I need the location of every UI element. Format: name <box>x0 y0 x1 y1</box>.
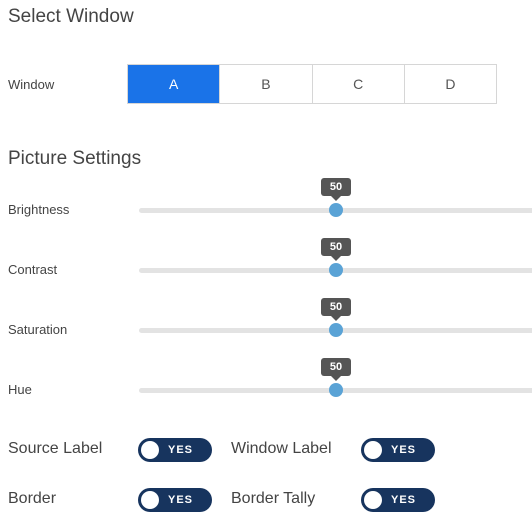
border-tally-text: Border Tally <box>231 490 316 507</box>
source-label-text: Source Label <box>8 440 103 457</box>
toggle-state-text: YES <box>391 494 417 506</box>
hue-thumb[interactable] <box>329 383 343 397</box>
toggle-knob <box>364 491 382 509</box>
window-label-text: Window Label <box>231 440 332 457</box>
window-option-d[interactable]: D <box>403 65 496 103</box>
contrast-thumb[interactable] <box>329 263 343 277</box>
window-option-b[interactable]: B <box>219 65 311 103</box>
select-window-heading: Select Window <box>8 6 134 27</box>
hue-slider-row: Hue 50 <box>0 358 532 398</box>
window-option-c[interactable]: C <box>311 65 404 103</box>
toggle-knob <box>141 441 159 459</box>
saturation-thumb[interactable] <box>329 323 343 337</box>
toggle-state-text: YES <box>391 444 417 456</box>
border-tally-toggle[interactable]: YES <box>361 488 435 512</box>
hue-label: Hue <box>8 382 32 397</box>
source-label-toggle[interactable]: YES <box>138 438 212 462</box>
border-text: Border <box>8 490 57 507</box>
toggle-knob <box>141 491 159 509</box>
saturation-label: Saturation <box>8 322 68 337</box>
saturation-value-tooltip: 50 <box>321 298 351 321</box>
window-option-a[interactable]: A <box>128 65 220 103</box>
brightness-thumb[interactable] <box>329 203 343 217</box>
brightness-slider-row: Brightness 50 <box>0 178 532 218</box>
picture-settings-heading: Picture Settings <box>8 148 142 169</box>
brightness-label: Brightness <box>8 202 70 217</box>
border-toggle[interactable]: YES <box>138 488 212 512</box>
contrast-slider-row: Contrast 50 <box>0 238 532 278</box>
contrast-label: Contrast <box>8 262 58 277</box>
window-field-label: Window <box>8 77 55 92</box>
toggle-state-text: YES <box>168 494 194 506</box>
window-label-toggle[interactable]: YES <box>361 438 435 462</box>
contrast-value-tooltip: 50 <box>321 238 351 261</box>
toggle-knob <box>364 441 382 459</box>
window-segmented-control: A B C D <box>127 64 497 104</box>
saturation-slider-row: Saturation 50 <box>0 298 532 338</box>
brightness-value-tooltip: 50 <box>321 178 351 201</box>
toggle-state-text: YES <box>168 444 194 456</box>
hue-value-tooltip: 50 <box>321 358 351 381</box>
